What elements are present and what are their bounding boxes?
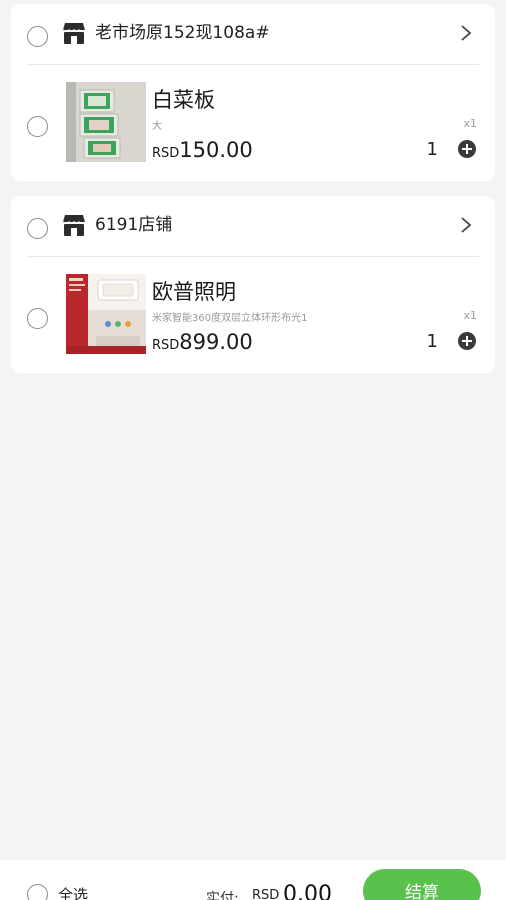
select-all-label[interactable]: 全选	[58, 884, 88, 900]
total-amount: 0.00	[283, 882, 332, 900]
shop-name[interactable]: 6191店铺	[95, 213, 172, 237]
total-currency: RSD	[252, 888, 280, 900]
price-amount: 150.00	[179, 138, 253, 162]
shop-name[interactable]: 老市场原152现108a#	[95, 21, 270, 45]
shop-card: 6191店铺 欧普照明 米家智能360度双层立体环形布光1 x1 RSD899.…	[11, 196, 495, 373]
checkout-button[interactable]: 结算	[363, 869, 481, 900]
product-price: RSD150.00	[152, 138, 253, 162]
shop-card: 老市场原152现108a# 白菜板 大 x1 RSD150.00 1	[11, 4, 495, 181]
product-multiplier: x1	[463, 309, 477, 322]
shop-select-radio[interactable]	[27, 218, 48, 239]
increase-quantity-button[interactable]	[458, 140, 476, 158]
chevron-right-icon[interactable]	[459, 23, 473, 43]
increase-quantity-button[interactable]	[458, 332, 476, 350]
store-icon	[62, 215, 86, 236]
divider	[27, 256, 479, 257]
item-select-radio[interactable]	[27, 308, 48, 329]
product-title[interactable]: 欧普照明	[152, 278, 236, 306]
product-price: RSD899.00	[152, 330, 253, 354]
select-all-radio[interactable]	[27, 884, 48, 900]
product-multiplier: x1	[463, 117, 477, 130]
shop-select-radio[interactable]	[27, 26, 48, 47]
product-spec: 大	[152, 121, 162, 132]
item-select-radio[interactable]	[27, 116, 48, 137]
product-thumbnail[interactable]	[66, 274, 146, 354]
quantity-value: 1	[426, 139, 438, 160]
chevron-right-icon[interactable]	[459, 215, 473, 235]
divider	[27, 64, 479, 65]
price-currency: RSD	[152, 338, 180, 353]
quantity-value: 1	[426, 331, 438, 352]
product-title[interactable]: 白菜板	[152, 86, 215, 114]
product-spec: 米家智能360度双层立体环形布光1	[152, 313, 308, 324]
store-icon	[62, 23, 86, 44]
product-thumbnail[interactable]	[66, 82, 146, 162]
price-currency: RSD	[152, 146, 180, 161]
checkout-bar: 全选 实付: RSD 0.00 结算	[0, 860, 506, 900]
price-amount: 899.00	[179, 330, 253, 354]
total-label: 实付:	[206, 891, 239, 900]
